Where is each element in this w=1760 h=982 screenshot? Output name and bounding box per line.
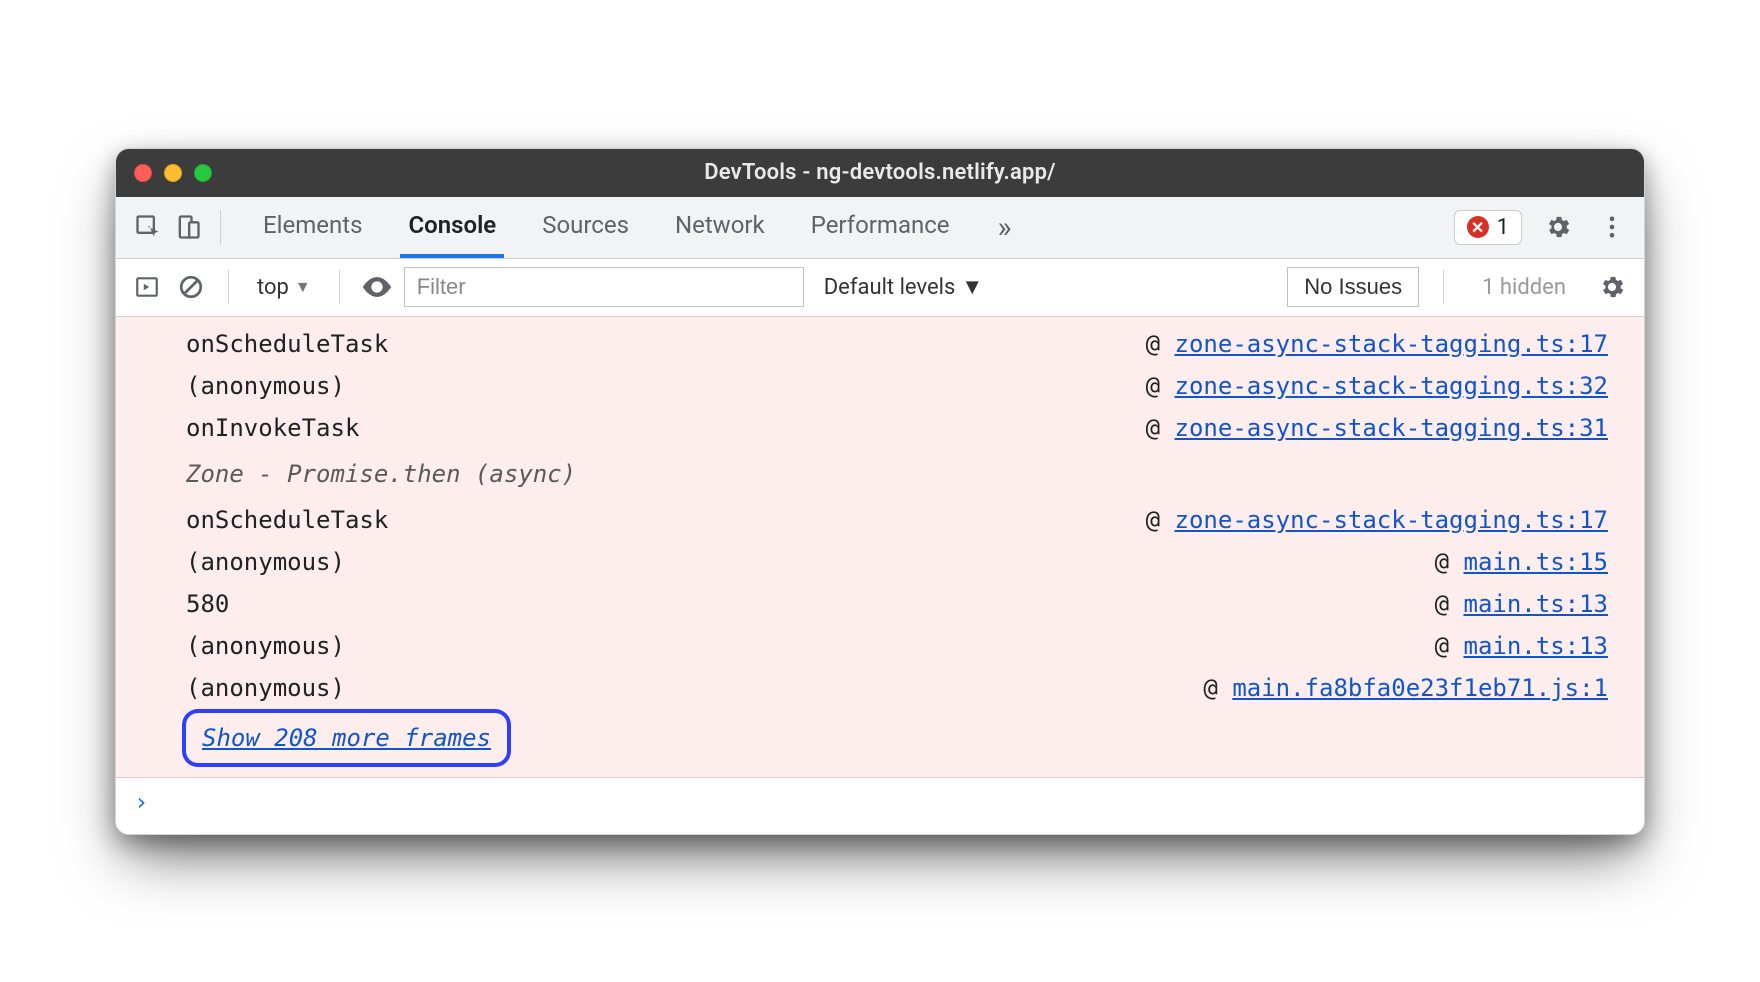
tab-network[interactable]: Network — [667, 197, 773, 258]
frame-source: @ main.ts:13 — [1435, 625, 1608, 667]
stack-frame: (anonymous) @ main.ts:13 — [186, 625, 1608, 667]
log-levels-selector[interactable]: Default levels ▼ — [814, 274, 993, 300]
kebab-menu-icon[interactable] — [1594, 209, 1630, 245]
frame-function: 580 — [186, 583, 229, 625]
source-link[interactable]: main.ts:15 — [1464, 548, 1609, 576]
tabs-overflow-icon[interactable]: » — [988, 197, 1022, 258]
tab-elements[interactable]: Elements — [255, 197, 370, 258]
frame-source: @ main.ts:15 — [1435, 541, 1608, 583]
context-selector[interactable]: top ▼ — [249, 271, 319, 304]
error-icon: ✕ — [1467, 216, 1489, 238]
source-link[interactable]: zone-async-stack-tagging.ts:32 — [1175, 372, 1608, 400]
prompt-glyph: › — [134, 788, 148, 816]
minimize-window-button[interactable] — [164, 164, 182, 182]
divider — [220, 210, 221, 244]
stack-frame: (anonymous) @ main.fa8bfa0e23f1eb71.js:1 — [186, 667, 1608, 709]
console-settings-gear-icon[interactable] — [1594, 269, 1630, 305]
frame-source: @ zone-async-stack-tagging.ts:32 — [1146, 365, 1608, 407]
frame-function: (anonymous) — [186, 625, 345, 667]
console-prompt[interactable]: › — [116, 777, 1644, 834]
filter-input[interactable] — [404, 267, 804, 307]
divider — [339, 270, 340, 304]
frame-function: (anonymous) — [186, 365, 345, 407]
stack-frame: onInvokeTask @ zone-async-stack-tagging.… — [186, 407, 1608, 449]
main-tabbar: Elements Console Sources Network Perform… — [116, 197, 1644, 259]
tab-performance[interactable]: Performance — [803, 197, 958, 258]
toggle-sidebar-icon[interactable] — [130, 270, 164, 304]
divider — [228, 270, 229, 304]
frame-function: (anonymous) — [186, 667, 345, 709]
issues-button[interactable]: No Issues — [1287, 267, 1419, 307]
window-controls — [134, 164, 212, 182]
levels-label: Default levels — [824, 275, 956, 300]
devtools-window: DevTools - ng-devtools.netlify.app/ Elem… — [115, 148, 1645, 835]
source-link[interactable]: main.fa8bfa0e23f1eb71.js:1 — [1232, 674, 1608, 702]
stack-frame: (anonymous) @ main.ts:15 — [186, 541, 1608, 583]
frame-source: @ main.ts:13 — [1435, 583, 1608, 625]
zoom-window-button[interactable] — [194, 164, 212, 182]
frame-source: @ zone-async-stack-tagging.ts:31 — [1146, 407, 1608, 449]
source-link[interactable]: zone-async-stack-tagging.ts:31 — [1175, 414, 1608, 442]
panel-tabs: Elements Console Sources Network Perform… — [255, 197, 1022, 258]
titlebar: DevTools - ng-devtools.netlify.app/ — [116, 149, 1644, 197]
frame-source: @ main.fa8bfa0e23f1eb71.js:1 — [1203, 667, 1608, 709]
divider — [1443, 270, 1444, 304]
settings-gear-icon[interactable] — [1540, 209, 1576, 245]
live-expression-icon[interactable] — [360, 270, 394, 304]
hidden-messages-count: 1 hidden — [1468, 275, 1580, 300]
stack-frame: onScheduleTask @ zone-async-stack-taggin… — [186, 499, 1608, 541]
stack-frame: onScheduleTask @ zone-async-stack-taggin… — [186, 323, 1608, 365]
async-group-label: Zone - Promise.then (async) — [186, 449, 1608, 499]
source-link[interactable]: main.ts:13 — [1464, 590, 1609, 618]
source-link[interactable]: zone-async-stack-tagging.ts:17 — [1175, 330, 1608, 358]
show-more-frames-link[interactable]: Show 208 more frames — [186, 713, 507, 763]
device-toolbar-icon[interactable] — [170, 209, 206, 245]
source-link[interactable]: zone-async-stack-tagging.ts:17 — [1175, 506, 1608, 534]
tab-sources[interactable]: Sources — [534, 197, 637, 258]
console-toolbar: top ▼ Default levels ▼ No Issues 1 hidde… — [116, 259, 1644, 317]
context-label: top — [257, 275, 289, 300]
stack-frame: (anonymous) @ zone-async-stack-tagging.t… — [186, 365, 1608, 407]
frame-function: onScheduleTask — [186, 499, 388, 541]
chevron-down-icon: ▼ — [295, 277, 311, 297]
close-window-button[interactable] — [134, 164, 152, 182]
error-count: 1 — [1497, 215, 1509, 240]
frame-function: onInvokeTask — [186, 407, 359, 449]
frame-function: onScheduleTask — [186, 323, 388, 365]
window-title: DevTools - ng-devtools.netlify.app/ — [116, 160, 1644, 185]
frame-source: @ zone-async-stack-tagging.ts:17 — [1146, 323, 1608, 365]
frame-source: @ zone-async-stack-tagging.ts:17 — [1146, 499, 1608, 541]
console-output: onScheduleTask @ zone-async-stack-taggin… — [116, 317, 1644, 777]
clear-console-icon[interactable] — [174, 270, 208, 304]
error-count-badge[interactable]: ✕ 1 — [1454, 210, 1522, 245]
source-link[interactable]: main.ts:13 — [1464, 632, 1609, 660]
stack-frame: 580 @ main.ts:13 — [186, 583, 1608, 625]
inspect-element-icon[interactable] — [130, 209, 166, 245]
tab-console[interactable]: Console — [400, 197, 504, 258]
chevron-down-icon: ▼ — [961, 274, 983, 300]
frame-function: (anonymous) — [186, 541, 345, 583]
